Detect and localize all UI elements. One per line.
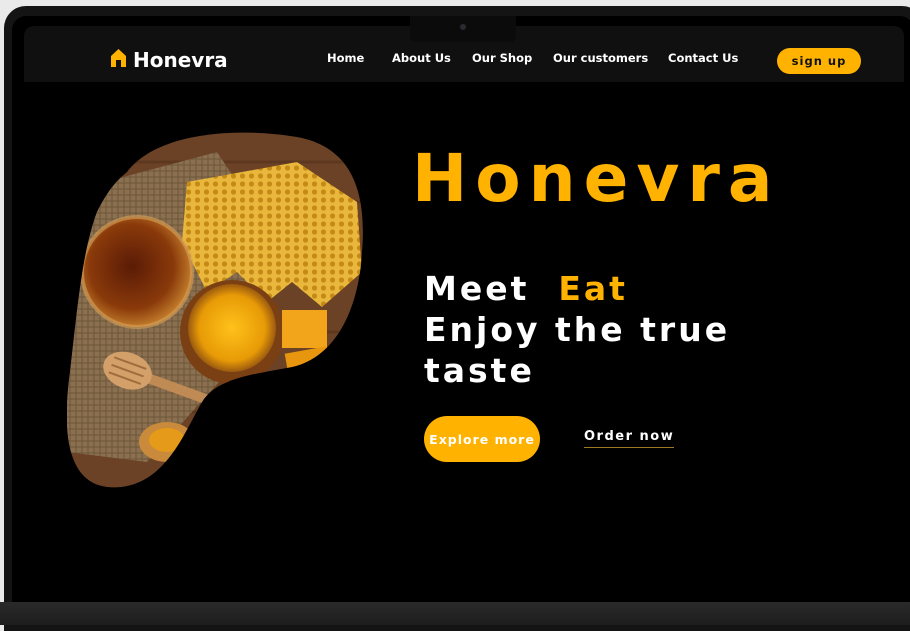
hero-tagline: Meet Eat Enjoy the true taste: [424, 268, 730, 391]
camera-notch: [410, 16, 516, 42]
tagline-word-meet: Meet: [424, 269, 530, 308]
nav-item-home[interactable]: Home: [327, 51, 364, 65]
order-now-link[interactable]: Order now: [584, 429, 675, 448]
hero-honey-image: [67, 132, 363, 488]
tagline-line-3: taste: [424, 351, 535, 390]
nav-item-our-shop[interactable]: Our Shop: [472, 51, 532, 65]
tagline-line-2: Enjoy the true: [424, 310, 731, 349]
brand-logo[interactable]: Honevra: [110, 48, 228, 72]
laptop-bezel: Honevra Home About Us Our Shop Our custo…: [4, 6, 910, 631]
home-icon: [110, 48, 127, 72]
nav-item-about-us[interactable]: About Us: [392, 51, 451, 65]
browser-viewport: Honevra Home About Us Our Shop Our custo…: [12, 16, 910, 608]
nav-item-contact-us[interactable]: Contact Us: [668, 51, 738, 65]
explore-more-button[interactable]: Explore more: [424, 416, 540, 462]
sign-up-button[interactable]: sign up: [777, 48, 861, 74]
laptop-frame: Honevra Home About Us Our Shop Our custo…: [0, 0, 910, 631]
tagline-word-eat: Eat: [558, 269, 628, 308]
brand-name: Honevra: [133, 48, 228, 72]
tagline-line-1: Meet Eat: [424, 268, 730, 309]
hero-title: Honevra: [412, 140, 781, 217]
laptop-base: [0, 602, 910, 625]
camera-icon: [460, 24, 466, 30]
nav-item-our-customers[interactable]: Our customers: [553, 51, 648, 65]
